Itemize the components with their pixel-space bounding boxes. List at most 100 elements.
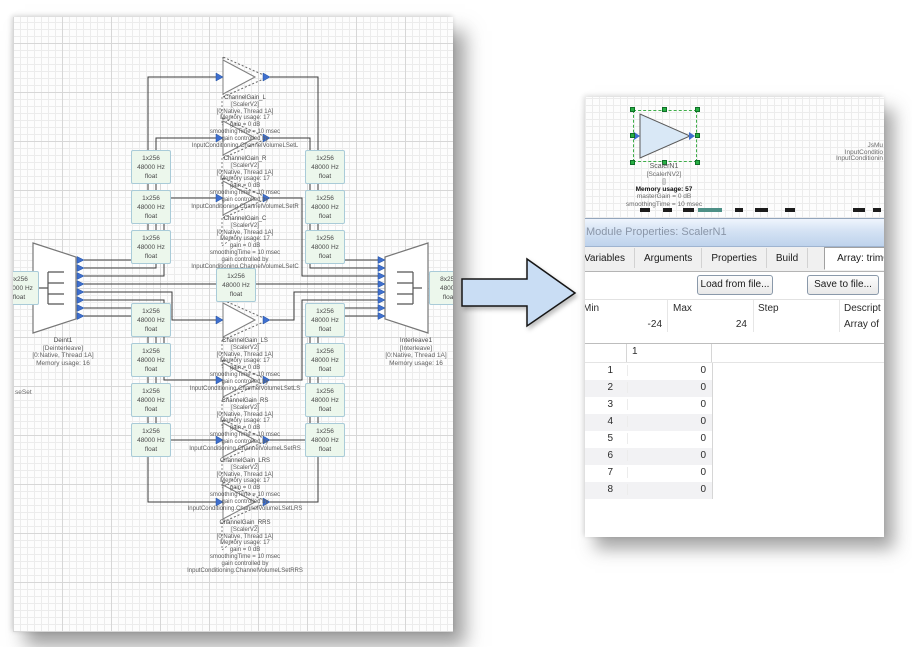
output-pin-arrow-icon: [77, 297, 84, 304]
trimgain-cell[interactable]: 0: [627, 399, 706, 410]
trimgain-cell[interactable]: 0: [627, 365, 706, 376]
trimgain-cell[interactable]: 0: [627, 450, 706, 461]
output-pin-arrow-icon: [77, 273, 84, 280]
pin-format-box: 1x25648000 Hzfloat: [305, 190, 345, 224]
selection-handle[interactable]: [662, 107, 667, 112]
figure-canvas: Deint1 [Deinterleave] [0:Native, Thread …: [0, 0, 912, 647]
save-to-file-button[interactable]: Save to file...: [807, 275, 879, 295]
module-properties-window: Module Properties: ScalerN1 VariablesArg…: [585, 218, 884, 499]
interleave-module[interactable]: [385, 243, 428, 333]
module-type: [Interleave]: [361, 345, 453, 353]
selection-handle[interactable]: [630, 133, 635, 138]
tab-array-trimgain[interactable]: Array: trimGain: [824, 247, 884, 270]
row-index: 8: [585, 484, 613, 495]
pin-format-box: 1x25648000 Hzfloat: [131, 343, 171, 377]
output-pin-arrow-icon: [77, 305, 84, 312]
array-grid-row: 30: [585, 397, 712, 414]
row-index: 2: [585, 382, 613, 393]
module-type: [Deinterleave]: [13, 345, 118, 353]
row-index: 1: [585, 365, 613, 376]
scaler-triangle-icon: [634, 111, 696, 161]
pin-format-box: 8x25648000 Hzfloat: [13, 271, 39, 305]
file-button-row: Load from file... Save to file...: [585, 272, 884, 299]
selection-handle[interactable]: [695, 107, 700, 112]
scaler-label-cluster: ChannelGain_LRS[ScalerV2][0:Native, Thre…: [140, 458, 350, 512]
clipped-wire-label: seSet: [15, 389, 32, 396]
selection-handle[interactable]: [630, 107, 635, 112]
selected-module-label: ScalerN1 [ScalerNV2] [] Memory usage: 57…: [604, 163, 724, 208]
param-description-value: Array of: [844, 319, 879, 330]
selection-handle[interactable]: [695, 133, 700, 138]
window-title: Module Properties: ScalerN1: [585, 219, 884, 238]
array-grid-row: 50: [585, 431, 712, 448]
pin-format-box: 1x25648000 Hzfloat: [131, 230, 171, 264]
input-pin-arrow-icon: [378, 313, 385, 320]
param-max-value[interactable]: 24: [662, 319, 747, 330]
tab-arguments[interactable]: Arguments: [635, 248, 702, 268]
scaler-label-cluster: ChannelGain_L[ScalerV2][0:Native, Thread…: [140, 95, 350, 149]
array-grid-row: 70: [585, 465, 712, 482]
pin-format-box: 1x25648000 Hzfloat: [131, 190, 171, 224]
col-header-min: Min: [585, 303, 599, 314]
window-titlebar[interactable]: Module Properties: ScalerN1: [585, 219, 884, 247]
output-pin-arrow-icon: [263, 316, 270, 324]
module-memory: Memory usage: 16: [361, 360, 453, 368]
pin-format-box: 1x25648000 Hzfloat: [305, 230, 345, 264]
array-grid-row: 80: [585, 482, 712, 499]
pin-format-box: 1x25648000 Hzfloat: [131, 303, 171, 337]
pin-format-box: 1x25648000 Hzfloat: [305, 383, 345, 417]
array-grid-row: 60: [585, 448, 712, 465]
pin-format-box: 1x25648000 Hzfloat: [305, 423, 345, 457]
output-pin-arrow-icon: [263, 73, 270, 81]
clipped-module-labels: JsMu InputConditio InputConditionin: [836, 143, 883, 163]
col-header-description: Descript: [844, 303, 881, 314]
trimgain-cell[interactable]: 0: [627, 467, 706, 478]
module-name: ScalerN1: [604, 163, 724, 171]
module-thread: [0:Native, Thread 1A]: [13, 352, 118, 360]
input-pin-arrow-icon: [378, 305, 385, 312]
row-index: 4: [585, 416, 613, 427]
module-master-gain: masterGain = 0 dB: [604, 193, 724, 201]
input-pin-arrow-icon: [378, 273, 385, 280]
output-pin-arrow-icon: [77, 313, 84, 320]
pin-format-box: 1x25648000 Hzfloat: [131, 383, 171, 417]
input-pin-arrow-icon: [216, 73, 223, 81]
output-pin-arrow-icon: [77, 281, 84, 288]
module-name: Deint1: [13, 337, 118, 345]
module-smoothing: smoothingTime = 10 msec: [604, 201, 724, 209]
trimgain-cell[interactable]: 0: [627, 382, 706, 393]
tab-build[interactable]: Build: [767, 248, 808, 268]
pin-format-box: 1x25648000 Hzfloat: [305, 343, 345, 377]
input-pin-arrow-icon: [216, 316, 223, 324]
input-pin-arrow-icon: [378, 289, 385, 296]
tab-properties[interactable]: Properties: [702, 248, 767, 268]
grid-vertical-line: [712, 363, 713, 499]
array-grid-row: 40: [585, 414, 712, 431]
deinterleave-label: Deint1 [Deinterleave] [0:Native, Thread …: [13, 337, 118, 367]
trimgain-cell[interactable]: 0: [627, 484, 706, 495]
tab-strip: VariablesArgumentsPropertiesBuild Array: …: [585, 247, 884, 272]
grid-header-row: 1: [585, 344, 884, 363]
array-grid-row: 20: [585, 380, 712, 397]
trimgain-cell[interactable]: 0: [627, 433, 706, 444]
input-pin-arrow-icon: [378, 265, 385, 272]
trimgain-cell[interactable]: 0: [627, 416, 706, 427]
row-index: 5: [585, 433, 613, 444]
grid-corner-cell: [585, 344, 627, 362]
pin-format-box: 1x25648000 Hzfloat: [305, 150, 345, 184]
load-from-file-button[interactable]: Load from file...: [697, 275, 773, 295]
clipped-label: InputConditionin: [836, 156, 883, 163]
annotation-arrow: [455, 252, 585, 334]
selected-scaler-module[interactable]: [633, 110, 697, 162]
param-min-value[interactable]: -24: [585, 319, 662, 330]
output-pin-arrow-icon: [77, 265, 84, 272]
grid-column-header[interactable]: 1: [627, 344, 712, 362]
row-index: 3: [585, 399, 613, 410]
module-memory: Memory usage: 16: [13, 360, 118, 368]
module-type: [ScalerNV2]: [604, 171, 724, 179]
tab-variables[interactable]: Variables: [585, 248, 635, 268]
arrow-shape: [462, 259, 575, 326]
designer-canvas: ScalerN1 [ScalerNV2] [] Memory usage: 57…: [585, 97, 884, 218]
interleave-label: Interleave1 [Interleave] [0:Native, Thre…: [361, 337, 453, 367]
scaler-label-cluster: ChannelGain_RRS[ScalerV2][0:Native, Thre…: [140, 520, 350, 574]
